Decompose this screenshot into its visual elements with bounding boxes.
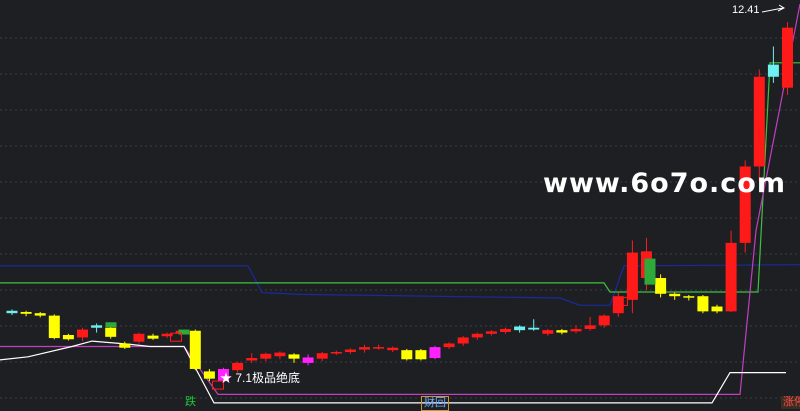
indicator-line-blue [0,264,800,306]
candle-body [782,27,793,88]
candle-body [147,335,159,339]
candle-body [683,296,695,298]
candle-body [711,306,723,312]
candle-body [556,330,568,333]
candle-body [471,333,483,338]
candle-body [598,315,610,326]
candle-body [767,64,779,77]
candle-body [330,351,342,354]
candle-body [387,347,399,351]
green-cap [178,329,190,335]
candle-body [316,353,328,359]
tag-cai-hui[interactable]: 财回 [421,396,449,411]
candle-body [302,357,314,363]
candle-body [373,347,385,349]
candle-body [77,329,88,338]
bottom-annotation: ★ 7.1极品绝底 [220,371,301,385]
candlestick-chart [0,3,800,404]
candle-body [542,330,554,334]
candle-body [91,325,103,328]
candle-body [500,328,511,332]
candle-body [528,327,540,330]
candle-body [753,76,765,167]
candle-body [344,349,356,352]
candle-body [48,315,60,339]
candle-body [203,371,215,379]
peak-arrow-icon [761,4,786,13]
candle-body [612,296,624,314]
candle-body [105,327,117,337]
candle-body [626,252,638,300]
candle-body [62,335,74,340]
candle-body [359,347,370,350]
candle-body [584,325,596,329]
candle-body [457,337,469,344]
candle-body [485,331,497,334]
tag-zhang-ting[interactable]: 涨停 [781,396,800,409]
candle-body [570,328,582,332]
candle-body [415,350,427,360]
candle-body [288,354,300,359]
candle-body [443,343,455,348]
candle-body [6,310,18,314]
candle-body [20,311,32,314]
watermark-text: www.6o7o.com [543,168,786,199]
indicator-line-purple [0,3,800,395]
candle-body [119,343,131,348]
green-cap [644,258,656,285]
candle-body [669,293,681,297]
candle-body [274,352,286,357]
tag-die[interactable]: 跌 [183,396,198,409]
candle-body [429,347,441,359]
candle-body [725,242,737,312]
candle-body [34,313,46,316]
candle-body [189,330,201,369]
candle-body [514,326,526,331]
candle-body [655,278,667,294]
candle-body [697,296,709,312]
candle-body [401,350,413,360]
candle-body [246,358,258,361]
green-cap [105,322,117,328]
candle-body [133,333,145,342]
peak-price-label: 12.41 [732,4,760,16]
candle-body [260,353,272,359]
